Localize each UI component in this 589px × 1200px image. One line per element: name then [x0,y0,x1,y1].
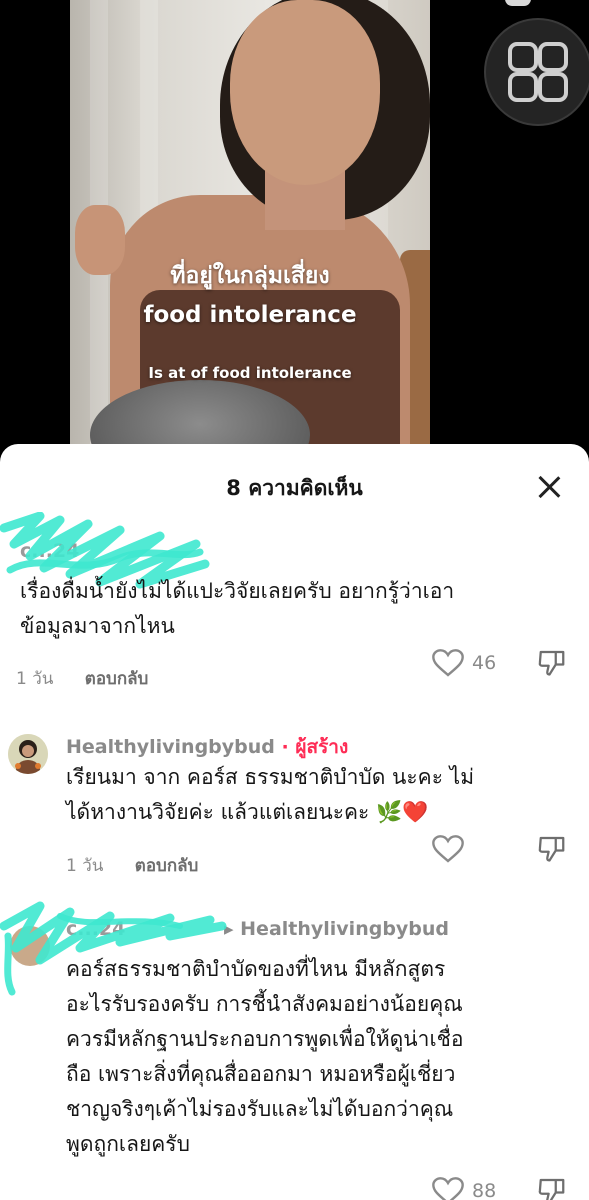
grid-icon [538,72,568,102]
comment-text-line: อะไรรับรองครับ การชี้นำสังคมอย่างน้อยคุณ [66,992,463,1016]
comment-username: Healthylivingbybud · ผู้สร้าง [66,732,348,762]
comment-text-line: ข้อมูลมาจากไหน [20,614,175,638]
video-player[interactable]: ที่อยู่ในกลุ่มเสี่ยง food intolerance Is… [0,0,589,470]
like-button[interactable]: 88 [432,1176,496,1200]
grid-icon [538,42,568,72]
grid-icon [508,42,538,72]
comment-text-line: ได้หางานวิจัยค่ะ แล้วแต่เลยนะคะ 🌿❤️ [66,800,429,824]
comment-text-line: เรื่องดื่มน้ำยังไม่ได้แปะวิจัยเลยครับ อย… [20,579,455,603]
heart-icon [432,835,464,863]
comments-sheet: 8 ความคิดเห็น c...24 เรื่องดื่มน้ำยังไม่… [0,444,589,1200]
comment-item: c...24 ▸ Healthylivingbybud คอร์สธรรมชาต… [0,901,589,1200]
avatar-image [8,734,48,774]
comment-text-line: ถือ เพราะสิ่งที่คุณสื่อออกมา หมอหรือผู้เ… [66,1062,456,1086]
reply-button[interactable]: ตอบกลับ [85,669,149,689]
app-switcher-button[interactable] [484,18,589,126]
comments-title: 8 ความคิดเห็น [226,476,363,500]
comment-item: c...24 เรื่องดื่มน้ำยังไม่ได้แปะวิจัยเลย… [0,512,589,704]
dislike-icon[interactable] [537,648,567,676]
status-indicator [505,0,531,6]
comment-text-line: เรียนมา จาก คอร์ส ธรรมชาติบำบัด นะคะ ไม่ [66,765,475,789]
like-button[interactable] [432,834,472,864]
comment-text-line: ชาญจริงๆเค้าไม่รองรับและไม่ได้บอกว่าคุณ [66,1097,454,1121]
comment-time: 1 วัน [66,856,104,876]
video-caption-english: food intolerance [143,302,357,328]
close-icon[interactable] [532,470,566,504]
comment-item: Healthylivingbybud · ผู้สร้าง เรียนมา จา… [0,714,589,894]
comment-meta: 1 วัน ตอบกลับ [16,665,148,692]
like-button[interactable]: 46 [432,648,496,678]
dislike-icon[interactable] [537,1176,567,1200]
avatar[interactable] [8,734,48,774]
comment-time: 1 วัน [16,669,54,689]
grid-icon [508,72,538,102]
reply-to-label[interactable]: ▸ Healthylivingbybud [224,918,449,940]
video-subtitle: Is at of food intolerance [148,364,352,382]
creator-username[interactable]: Healthylivingbybud [66,736,275,758]
comment-text-line: พูดถูกเลยครับ [66,1132,190,1156]
like-count: 46 [472,652,497,674]
comment-meta: 1 วัน ตอบกลับ [66,852,198,879]
heart-icon [432,1177,464,1200]
video-frame: ที่อยู่ในกลุ่มเสี่ยง food intolerance Is… [70,0,430,445]
dislike-icon[interactable] [537,834,567,862]
comment-text-line: คอร์สธรรมชาติบำบัดของที่ไหน มีหลักสูตร [66,957,446,981]
heart-icon [432,649,464,677]
video-caption-thai: ที่อยู่ในกลุ่มเสี่ยง [170,263,330,289]
reply-button[interactable]: ตอบกลับ [135,856,199,876]
creator-badge: · ผู้สร้าง [281,736,349,758]
comment-text-line: ควรมีหลักฐานประกอบการพูดเพื่อให้ดูน่าเชื… [66,1027,464,1051]
person-face [230,0,380,185]
like-count: 88 [472,1180,497,1200]
